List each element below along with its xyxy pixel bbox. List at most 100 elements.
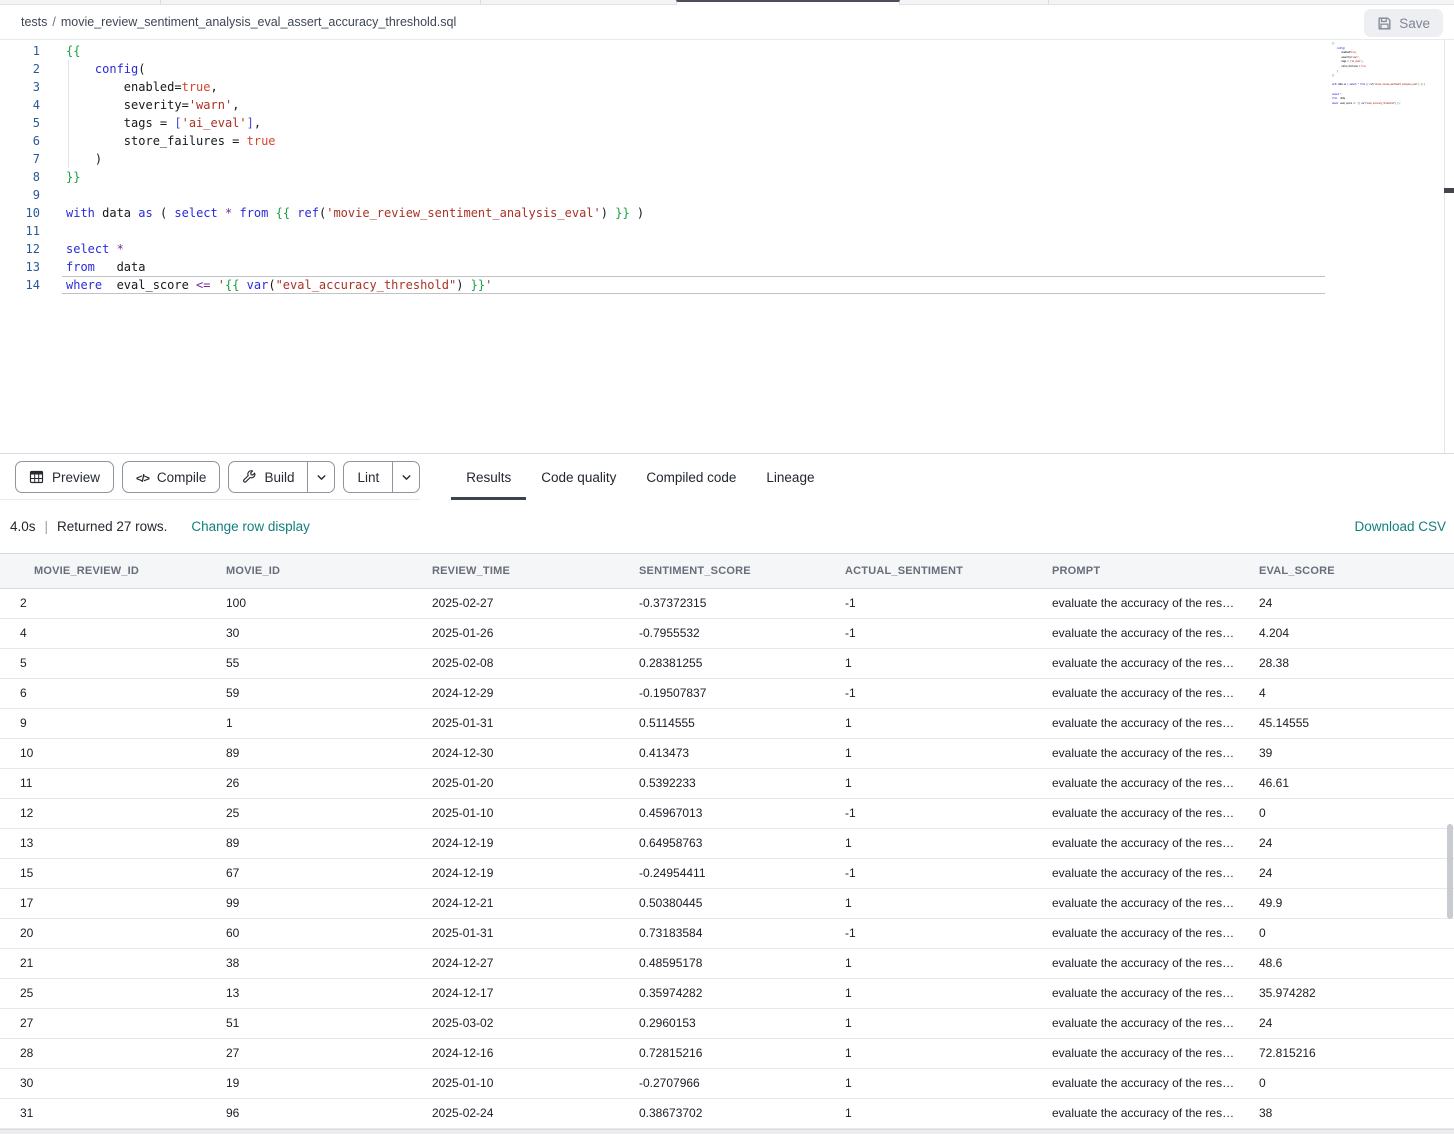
cell-sentiment_score: 0.413473 — [619, 738, 825, 768]
prompt-preview-text: evaluate the accuracy of the res… — [1052, 1106, 1234, 1120]
code-line[interactable]: {{ — [62, 42, 1454, 60]
table-row: 12252025-01-100.45967013-1evaluate the a… — [0, 798, 1454, 828]
scroll-annotation-marker[interactable] — [1444, 188, 1454, 193]
code-line[interactable]: select * — [62, 240, 1454, 258]
table-row: 25132024-12-170.359742821evaluate the ac… — [0, 978, 1454, 1008]
code-line[interactable] — [62, 222, 1454, 240]
cell-review_time: 2024-12-29 — [412, 678, 619, 708]
prompt-preview-text: evaluate the accuracy of the res… — [1052, 1076, 1234, 1090]
prompt-preview-text: evaluate the accuracy of the res… — [1052, 836, 1234, 850]
cell-movie_review_id: 11 — [0, 768, 206, 798]
cell-eval_score: 4 — [1239, 678, 1454, 708]
change-row-display-link[interactable]: Change row display — [191, 519, 310, 534]
cell-actual_sentiment: 1 — [825, 978, 1032, 1008]
cell-movie_id: 67 — [206, 858, 412, 888]
cell-movie_id: 30 — [206, 618, 412, 648]
horizontal-scrollbar-track[interactable] — [0, 1129, 1454, 1134]
cell-movie_review_id: 5 — [0, 648, 206, 678]
build-button-label: Build — [264, 470, 294, 485]
tab-compiled-code[interactable]: Compiled code — [631, 454, 751, 500]
code-editor[interactable]: 1234567891011121314 {{ config( enabled=t… — [0, 40, 1454, 453]
tab-results[interactable]: Results — [451, 454, 526, 500]
code-token: , — [1362, 60, 1363, 63]
lint-dropdown-toggle[interactable] — [392, 462, 419, 492]
cell-review_time: 2025-01-20 — [412, 768, 619, 798]
code-token — [66, 62, 95, 76]
tab-code-quality[interactable]: Code quality — [526, 454, 631, 500]
table-scrollbar-thumb[interactable] — [1447, 824, 1453, 919]
code-token: tags = — [66, 116, 174, 130]
preview-button[interactable]: Preview — [15, 461, 114, 493]
cell-eval_score: 72.815216 — [1239, 1038, 1454, 1068]
cell-eval_score: 48.6 — [1239, 948, 1454, 978]
lint-button[interactable]: Lint — [343, 461, 420, 493]
cell-movie_review_id: 6 — [0, 678, 206, 708]
cell-actual_sentiment: -1 — [825, 858, 1032, 888]
build-dropdown-toggle[interactable] — [307, 462, 334, 492]
query-duration: 4.0s — [10, 519, 36, 534]
floppy-icon — [1377, 16, 1392, 31]
prompt-preview-text: evaluate the accuracy of the res… — [1052, 1046, 1234, 1060]
code-token: true — [1361, 65, 1366, 68]
line-number: 10 — [0, 204, 40, 222]
line-number: 6 — [0, 132, 40, 150]
cell-review_time: 2025-01-26 — [412, 618, 619, 648]
code-token: var — [247, 278, 269, 292]
line-number: 2 — [0, 60, 40, 78]
code-token: * — [117, 242, 124, 256]
table-row: 15672024-12-19-0.24954411-1evaluate the … — [0, 858, 1454, 888]
code-token: data — [1337, 83, 1344, 86]
save-button[interactable]: Save — [1364, 9, 1443, 37]
minimap[interactable]: {{ config( enabled=true, severity='warn'… — [1332, 42, 1444, 162]
code-line[interactable] — [62, 186, 1454, 204]
cell-movie_id: 27 — [206, 1038, 412, 1068]
code-token: eval_score — [1338, 102, 1353, 105]
code-token: ( — [268, 278, 275, 292]
cell-sentiment_score: 0.64958763 — [619, 828, 825, 858]
wrench-icon — [242, 470, 256, 484]
code-line[interactable]: with data as ( select * from {{ ref('mov… — [62, 204, 1454, 222]
code-line[interactable]: from data — [62, 258, 1454, 276]
code-token: * — [1340, 93, 1341, 96]
cell-eval_score: 46.61 — [1239, 768, 1454, 798]
cell-review_time: 2024-12-27 — [412, 948, 619, 978]
code-token: ) — [66, 152, 102, 166]
download-csv-link[interactable]: Download CSV — [1354, 519, 1446, 534]
code-line[interactable]: tags = ['ai_eval'], — [62, 114, 1454, 132]
cell-sentiment_score: 0.5392233 — [619, 768, 825, 798]
cell-eval_score: 24 — [1239, 1008, 1454, 1038]
cell-movie_id: 51 — [206, 1008, 412, 1038]
cell-sentiment_score: -0.24954411 — [619, 858, 825, 888]
cell-sentiment_score: 0.35974282 — [619, 978, 825, 1008]
chevron-down-icon — [401, 472, 412, 483]
line-number: 4 — [0, 96, 40, 114]
table-row: 17992024-12-210.503804451evaluate the ac… — [0, 888, 1454, 918]
code-token: ( — [138, 62, 145, 76]
code-line[interactable]: severity='warn', — [62, 96, 1454, 114]
code-line[interactable]: }} — [62, 168, 1454, 186]
status-separator: | — [45, 519, 49, 534]
cell-eval_score: 0 — [1239, 1068, 1454, 1098]
tab-lineage[interactable]: Lineage — [751, 454, 829, 500]
cell-sentiment_score: 0.38673702 — [619, 1098, 825, 1128]
code-content[interactable]: {{ config( enabled=true, severity='warn'… — [62, 42, 1454, 294]
table-row: 30192025-01-10-0.27079661evaluate the ac… — [0, 1068, 1454, 1098]
code-token: severity= — [1332, 56, 1352, 59]
table-row: 21002025-02-27-0.37372315-1evaluate the … — [0, 588, 1454, 618]
cell-review_time: 2024-12-16 — [412, 1038, 619, 1068]
code-line[interactable]: ) — [62, 150, 1454, 168]
cell-sentiment_score: 0.45967013 — [619, 798, 825, 828]
build-button[interactable]: Build — [228, 461, 335, 493]
code-line-active[interactable]: where eval_score <= '{{ var("eval_accura… — [62, 276, 1325, 294]
cell-movie_review_id: 27 — [0, 1008, 206, 1038]
cell-movie_id: 13 — [206, 978, 412, 1008]
save-button-label: Save — [1399, 16, 1430, 31]
code-line[interactable]: enabled=true, — [62, 78, 1454, 96]
code-token: , — [211, 80, 218, 94]
cell-movie_review_id: 13 — [0, 828, 206, 858]
code-line[interactable]: store_failures = true — [62, 132, 1454, 150]
code-token: ' — [485, 278, 492, 292]
compile-button[interactable]: </>Compile — [122, 461, 220, 493]
code-line[interactable]: config( — [62, 60, 1454, 78]
code-token: "eval_accuracy_threshold" — [1366, 102, 1395, 105]
